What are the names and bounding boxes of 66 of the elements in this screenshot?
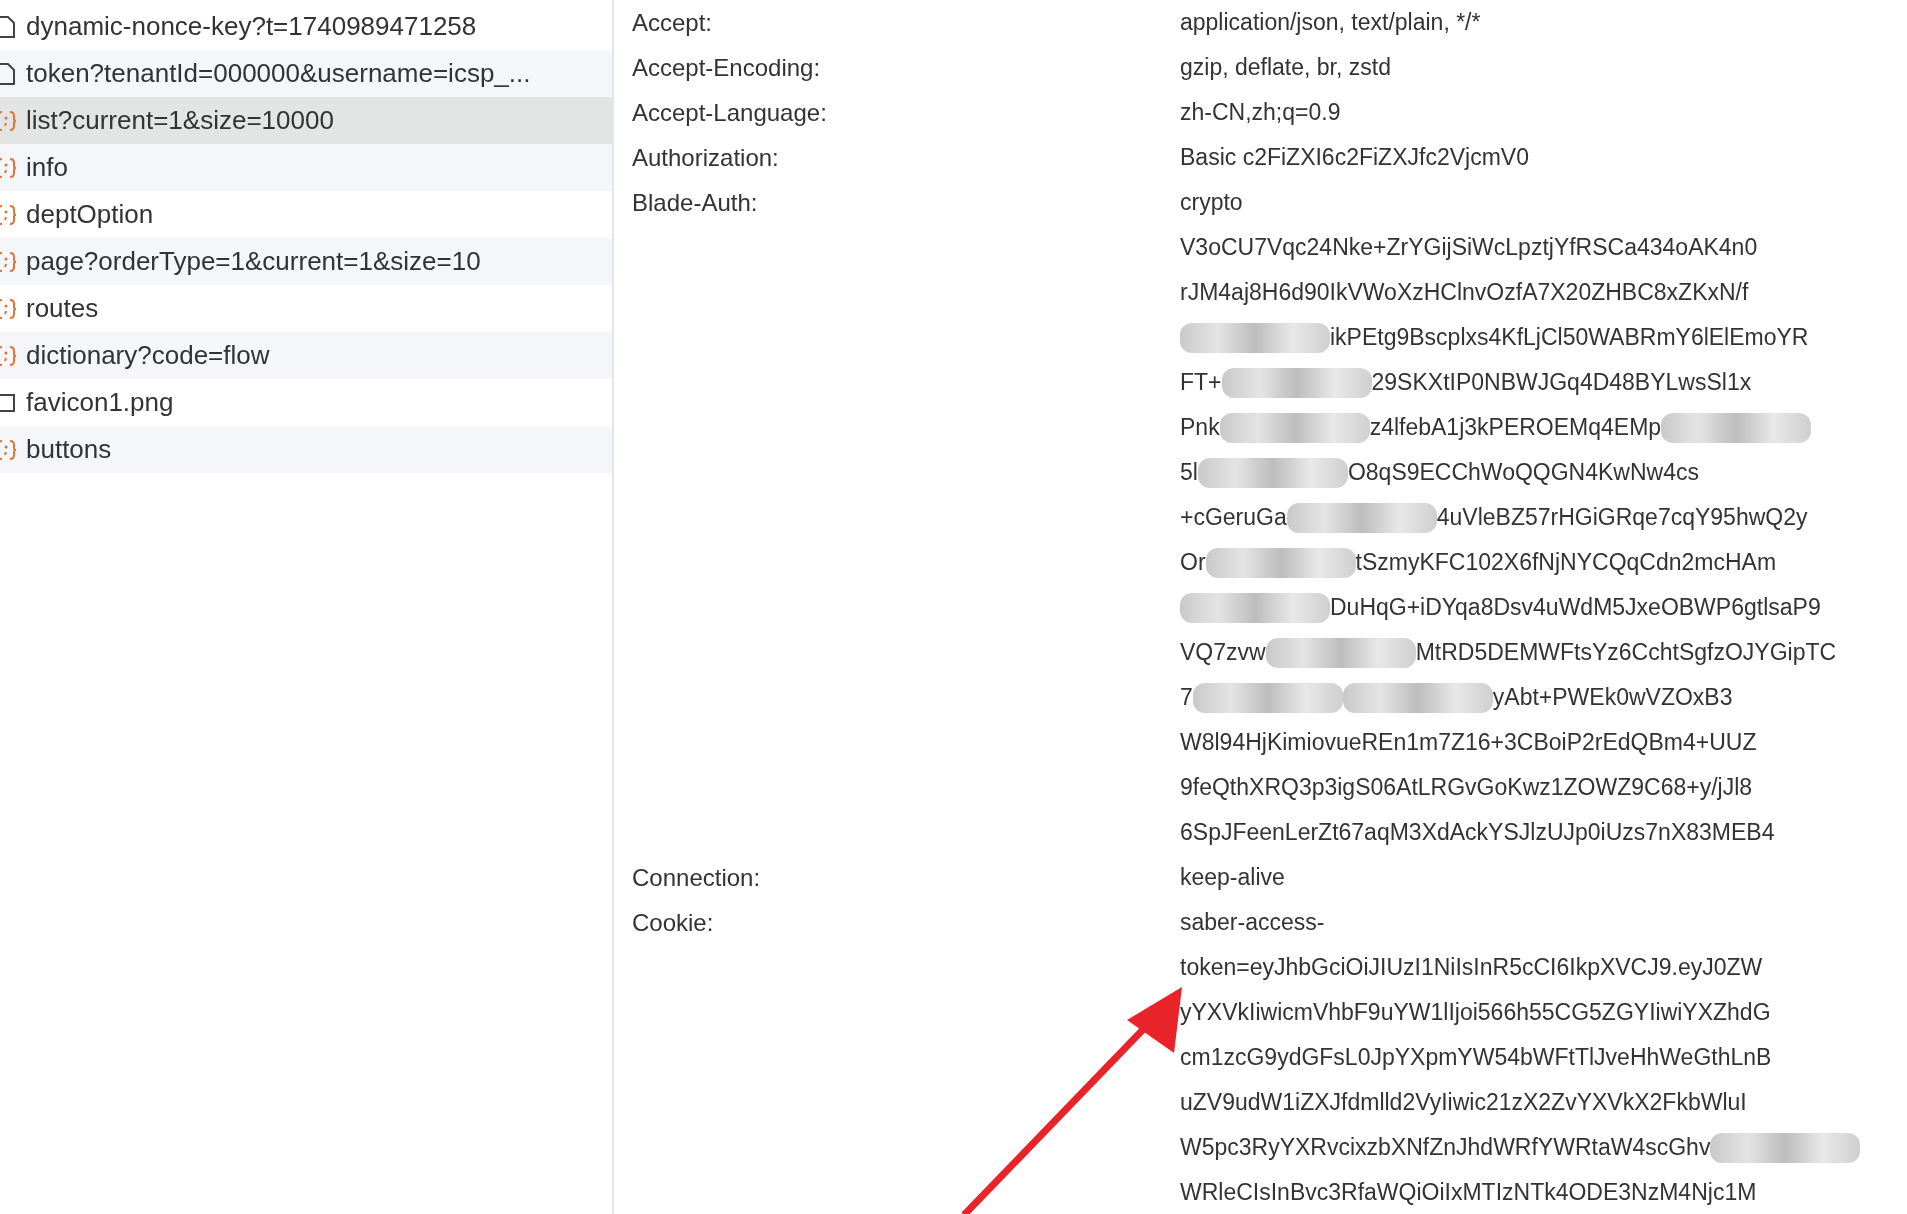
header-name: Blade-Auth:	[631, 188, 759, 218]
braces-icon	[0, 108, 16, 133]
header-value: O8qS9ECChWoQQGN4KwNw4cs	[1347, 459, 1699, 486]
header-value: 9feQthXRQ3p3igS06AtLRGvGoKwz1ZOWZ9C68+y/jJl8	[1180, 774, 1753, 801]
header-value: W5pc3RyYXRvcixzbXNfZnJhdWRfYWRtaW4scGhv	[1180, 1134, 1711, 1161]
request-name: page?orderType=1&current=1&size=10	[26, 246, 481, 277]
header-value: token=eyJhbGciOiJIUzI1NiIsInR5cCI6IkpXVCJ9.eyJ0ZW	[1180, 954, 1763, 981]
request-name: favicon1.png	[26, 387, 174, 418]
header-value: tSzmyKFC102X6fNjNYCQqCdn2mcHAm	[1355, 549, 1777, 576]
header-value: 6SpJFeenLerZt67aqM3XdAckYSJlzUJp0iUzs7nX83MEB4	[1180, 819, 1775, 846]
request-name: list?current=1&size=10000	[26, 105, 334, 136]
header-value: crypto	[1180, 189, 1243, 216]
header-value: W8l94HjKimiovueREn1m7Z16+3CBoiP2rEdQBm4+UUZ	[1180, 729, 1757, 756]
header-value: Pnk	[1180, 414, 1220, 441]
header-name: Accept:	[631, 8, 714, 38]
header-value: VQ7zvw	[1180, 639, 1266, 666]
header-value: yAbt+PWEk0wVZOxB3	[1492, 684, 1733, 711]
header-value: Basic c2FiZXI6c2FiZXJfc2VjcmV0	[1180, 144, 1529, 171]
document-icon	[0, 14, 16, 39]
braces-icon	[0, 296, 16, 321]
header-value: z4lfebA1j3kPEROEMq4EMp	[1369, 414, 1662, 441]
header-value: Or	[1180, 549, 1206, 576]
header-value: 7	[1180, 684, 1193, 711]
header-value: gzip, deflate, br, zstd	[1180, 54, 1391, 81]
header-value: uZV9udW1iZXJfdmlld2VyIiwic21zX2ZvYXVkX2FkbWluI	[1180, 1089, 1747, 1116]
braces-icon	[0, 155, 16, 180]
request-name: token?tenantId=000000&username=icsp_...	[26, 58, 531, 89]
header-name: Connection:	[631, 863, 762, 893]
header-value: cm1zcG9ydGFsL0JpYXpmYW54bWFtTlJveHhWeGthLnB	[1180, 1044, 1772, 1071]
header-value: ikPEtg9Bscplxs4KfLjCl50WABRmY6lElEmoYR	[1330, 324, 1809, 351]
header-value: saber-access-	[1180, 909, 1325, 936]
request-name: buttons	[26, 434, 112, 465]
braces-icon	[0, 343, 16, 368]
request-name: info	[26, 152, 68, 183]
header-name: Authorization:	[631, 143, 780, 173]
request-row[interactable]: info	[0, 144, 612, 191]
header-value: yYXVkIiwicmVhbF9uYW1lIjoi566h55CG5ZGYIiwiYXZhdG	[1180, 999, 1771, 1026]
request-row[interactable]: buttons	[0, 426, 612, 473]
header-name: Cookie:	[631, 908, 715, 938]
request-name: deptOption	[26, 199, 154, 230]
header-name: Accept-Encoding:	[631, 53, 822, 83]
request-row[interactable]: dictionary?code=flow	[0, 332, 612, 379]
header-value: application/json, text/plain, */*	[1180, 9, 1481, 36]
header-value: 4uVleBZ57rHGiGRqe7cqY95hwQ2y	[1436, 504, 1808, 531]
request-row[interactable]: page?orderType=1&current=1&size=10	[0, 238, 612, 285]
header-value: 29SKXtIP0NBWJGq4D48BYLwsSl1x	[1371, 369, 1752, 396]
header-value: zh-CN,zh;q=0.9	[1180, 99, 1341, 126]
request-name: routes	[26, 293, 99, 324]
header-value: FT+	[1180, 369, 1222, 396]
document-icon	[0, 61, 16, 86]
header-value: 5l	[1180, 459, 1198, 486]
header-value: DuHqG+iDYqa8Dsv4uWdM5JxeOBWP6gtlsaP9	[1330, 594, 1821, 621]
braces-icon	[0, 249, 16, 274]
request-row[interactable]: list?current=1&size=10000	[0, 97, 612, 144]
request-name: dictionary?code=flow	[26, 340, 270, 371]
braces-icon	[0, 437, 16, 462]
request-name: dynamic-nonce-key?t=1740989471258	[26, 11, 477, 42]
header-value: keep-alive	[1180, 864, 1285, 891]
request-row[interactable]: token?tenantId=000000&username=icsp_...	[0, 50, 612, 97]
header-value: MtRD5DEMWFtsYz6CchtSgfzOJYGipTC	[1415, 639, 1837, 666]
header-value: V3oCU7Vqc24Nke+ZrYGijSiWcLpztjYfRSCa434oAK4n0	[1180, 234, 1758, 261]
header-value: +cGeruGa	[1180, 504, 1287, 531]
braces-icon	[0, 202, 16, 227]
header-value: rJM4aj8H6d90IkVWoXzHClnvOzfA7X20ZHBC8xZKxN/f	[1180, 279, 1749, 306]
header-name: Accept-Language:	[631, 98, 828, 128]
header-value: WRleCIsInBvc3RfaWQiOiIxMTIzNTk4ODE3NzM4Njc1M	[1180, 1179, 1757, 1206]
